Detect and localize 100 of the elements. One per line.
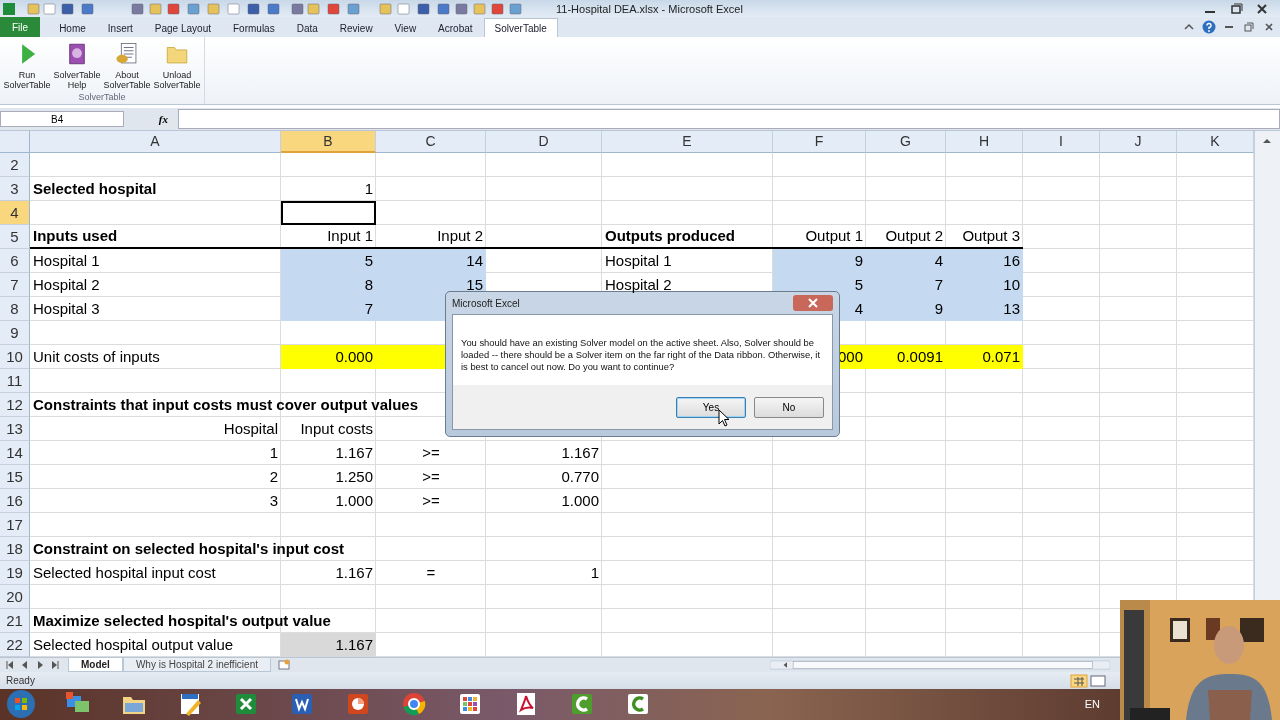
table-cell: 1.167 [281, 632, 376, 657]
row-header[interactable]: 11 [0, 368, 30, 393]
ribbon-tab[interactable]: Home [48, 18, 97, 38]
column-header[interactable]: H [946, 130, 1023, 153]
cell-text: 1 [590, 564, 599, 582]
row-header[interactable]: 22 [0, 632, 30, 657]
column-header[interactable]: C [376, 130, 486, 153]
column-header[interactable]: D [486, 130, 602, 153]
cell-text: >= [422, 492, 440, 510]
sheet-tab[interactable]: Why is Hospital 2 inefficient [122, 658, 271, 673]
cell-text: Hospital 1 [605, 252, 672, 270]
window-title: 11-Hospital DEA.xlsx - Microsoft Excel [555, 2, 744, 15]
table-cell: 7 [866, 272, 946, 297]
ribbon-button[interactable]: About SolverTable [102, 39, 152, 93]
row-header[interactable]: 13 [0, 416, 30, 441]
table-cell: 10 [946, 272, 1023, 297]
cursor-icon [718, 409, 730, 427]
cell-text: 1.000 [335, 492, 373, 510]
ribbon-tab[interactable]: Acrobat [427, 18, 484, 38]
start-button-icon[interactable] [6, 689, 36, 720]
column-header[interactable]: G [866, 130, 946, 153]
row-header[interactable]: 7 [0, 272, 30, 297]
column-header[interactable]: K [1177, 130, 1254, 153]
ribbon-tab[interactable]: Insert [96, 18, 144, 38]
cell-text: 2 [269, 468, 278, 486]
column-header[interactable]: E [602, 130, 773, 153]
function-label[interactable]: fx [128, 113, 174, 126]
cell-text: 1 [364, 180, 373, 198]
table-cell: 4 [866, 248, 946, 273]
cell-text: Selected hospital [33, 180, 157, 198]
column-header[interactable]: A [30, 130, 281, 153]
sheet-tab[interactable]: Model [68, 658, 123, 673]
cell-text: Hospital 3 [33, 300, 100, 318]
cell-text: Input costs [300, 420, 373, 438]
row-header[interactable]: 19 [0, 560, 30, 585]
row-header[interactable]: 20 [0, 584, 30, 609]
horizontal-scrollbar[interactable] [770, 659, 1110, 672]
column-header[interactable]: J [1100, 130, 1177, 153]
cell-text: Constraints that input costs must cover output values [33, 396, 419, 414]
cell-text: Maximize selected hospital's output value [33, 612, 331, 630]
quick-access-toolbar-drawing[interactable] [2, 1, 522, 16]
ribbon-tab[interactable]: Formulas [222, 18, 286, 38]
row-header[interactable]: 12 [0, 392, 30, 417]
name-box[interactable]: B4 [0, 111, 124, 128]
language-indicator[interactable]: EN [1084, 698, 1100, 711]
dialog-title: Microsoft Excel [452, 297, 520, 309]
cell-text: 0.770 [561, 468, 599, 486]
table-cell: 9 [773, 248, 866, 273]
dialog-button[interactable]: No [754, 396, 824, 418]
cell-text: Constraint on selected hospital's input cost [33, 540, 345, 558]
ribbon-tab[interactable]: SolverTable [483, 18, 558, 38]
row-header[interactable]: 15 [0, 464, 30, 489]
cell-text: Hospital [223, 420, 278, 438]
row-header[interactable]: 6 [0, 248, 30, 273]
cell-text: 3 [269, 492, 278, 510]
row-header[interactable]: 17 [0, 512, 30, 537]
row-header[interactable]: 9 [0, 320, 30, 345]
ribbon-tab[interactable]: Review [328, 18, 384, 38]
cell-text: Unit costs of inputs [33, 348, 160, 366]
table-cell: 8 [281, 272, 376, 297]
table-cell: Inputs used [30, 224, 281, 249]
column-header[interactable]: F [773, 130, 866, 153]
ribbon-tab[interactable]: View [383, 18, 428, 38]
table-cell: 13 [946, 296, 1023, 321]
table-cell: 0.000 [281, 344, 376, 369]
row-header[interactable]: 2 [0, 152, 30, 177]
row-header[interactable]: 3 [0, 176, 30, 201]
active-cell[interactable] [281, 200, 376, 225]
row-header[interactable]: 21 [0, 608, 30, 633]
cell-text: Hospital 2 [605, 276, 672, 294]
row-header[interactable]: 14 [0, 440, 30, 465]
dialog-button[interactable]: Yes [676, 396, 746, 418]
help-icon[interactable] [1202, 20, 1216, 35]
status-text: Ready [6, 675, 35, 687]
cell-text: 1 [269, 444, 278, 462]
ribbon-button[interactable]: SolverTable Help [52, 39, 102, 93]
table-cell: Outputs produced [602, 224, 773, 249]
table-cell: 5 [281, 248, 376, 273]
row-header[interactable]: 10 [0, 344, 30, 369]
row-header[interactable]: 18 [0, 536, 30, 561]
column-header[interactable]: I [1023, 130, 1100, 153]
ribbon-button[interactable]: Unload SolverTable [152, 39, 202, 93]
cell-text: >= [422, 468, 440, 486]
ribbon-button[interactable]: Run SolverTable [2, 39, 52, 93]
row-header[interactable]: 16 [0, 488, 30, 513]
table-cell: 14 [376, 248, 486, 273]
cell-text: >= [422, 444, 440, 462]
cell-text: 1.167 [561, 444, 599, 462]
row-header[interactable]: 4 [0, 200, 30, 225]
cell-text: Selected hospital input cost [33, 564, 216, 582]
cell-text: Hospital 2 [33, 276, 100, 294]
cell-text: = [426, 564, 436, 582]
row-header[interactable]: 8 [0, 296, 30, 321]
file-tab[interactable]: File [0, 17, 41, 38]
row-header[interactable]: 5 [0, 224, 30, 249]
column-header[interactable]: B [281, 130, 376, 153]
ribbon-tab[interactable]: Data [285, 18, 329, 38]
cell-text: Selected hospital output value [33, 636, 234, 654]
ribbon-tab[interactable]: Page Layout [143, 18, 222, 38]
formula-input[interactable] [178, 109, 1280, 130]
